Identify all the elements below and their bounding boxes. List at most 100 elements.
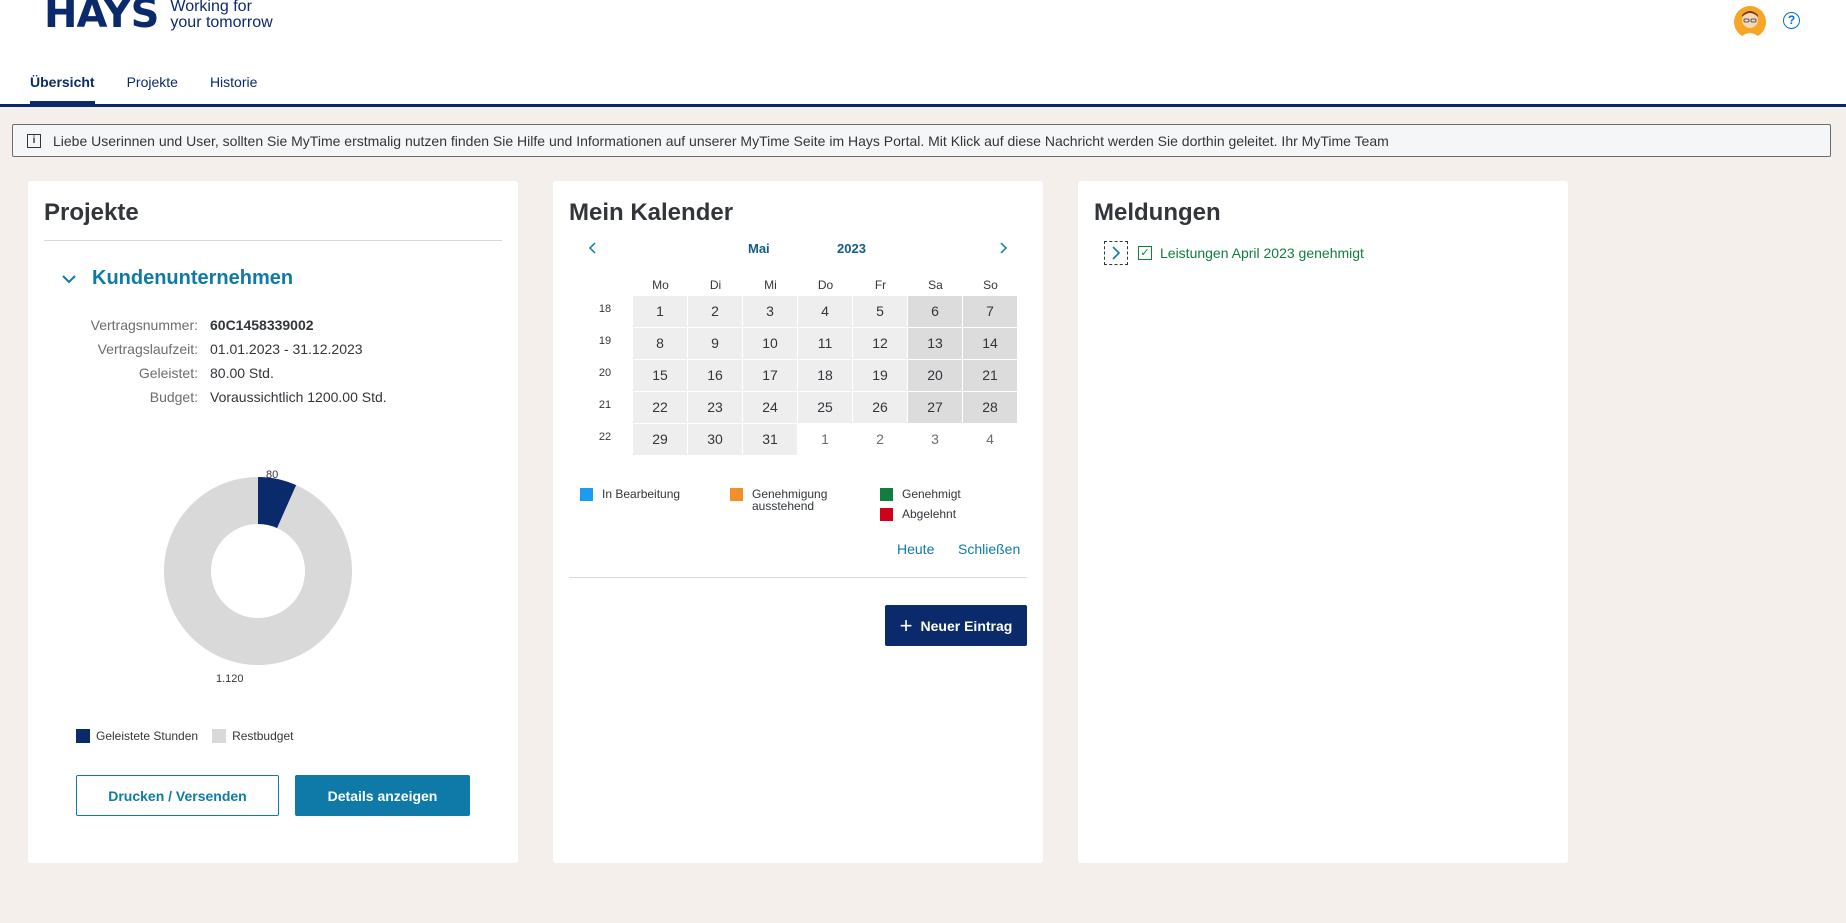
calendar-week-number: 20	[598, 367, 612, 379]
calendar-day-cell[interactable]: 16	[688, 360, 742, 391]
tab-uebersicht[interactable]: Übersicht	[30, 62, 95, 104]
calendar-close-link[interactable]: Schließen	[958, 541, 1020, 557]
calendar-day-cell[interactable]: 11	[798, 328, 852, 359]
new-entry-button[interactable]: + Neuer Eintrag	[885, 605, 1027, 646]
legend-swatch	[212, 729, 227, 743]
kalender-card-title: Mein Kalender	[569, 199, 734, 226]
projekte-divider	[44, 240, 502, 241]
info-message-strip[interactable]: i Liebe Userinnen und User, sollten Sie …	[12, 124, 1831, 157]
calendar-day-name: Mi	[764, 278, 777, 292]
calendar-year-button[interactable]: 2023	[837, 241, 866, 256]
legend-swatch	[880, 508, 893, 521]
info-label: Vertragslaufzeit:	[97, 341, 198, 357]
calendar-day-cell[interactable]: 18	[798, 360, 852, 391]
legend-label: Geleistete Stunden	[96, 729, 199, 743]
donut-value-label-remaining: 1.120	[216, 673, 244, 685]
new-entry-label: Neuer Eintrag	[920, 617, 1013, 634]
calendar-day-cell[interactable]: 19	[853, 360, 907, 391]
show-details-button[interactable]: Details anzeigen	[295, 775, 470, 816]
donut-value-label-worked: 80	[266, 469, 279, 481]
hays-logo[interactable]: HAYS Working for your tomorrow	[44, 0, 273, 34]
expand-notification-button[interactable]	[1104, 241, 1128, 265]
avatar-icon	[1734, 6, 1766, 38]
calendar-day-cell[interactable]: 26	[853, 392, 907, 423]
calendar-month-button[interactable]: Mai	[748, 241, 770, 256]
calendar-day-cell[interactable]: 14	[963, 328, 1017, 359]
chevron-right-icon[interactable]	[995, 239, 1011, 257]
legend-item-pending: Genehmigung ausstehend	[730, 488, 840, 512]
calendar-day-cell[interactable]: 3	[743, 296, 797, 327]
notification-text[interactable]: Leistungen April 2023 genehmigt	[1160, 245, 1364, 261]
legend-swatch	[880, 488, 893, 501]
legend-label: Abgelehnt	[902, 507, 957, 521]
tab-historie[interactable]: Historie	[210, 62, 257, 104]
kundenunternehmen-toggle[interactable]: Kundenunternehmen	[60, 267, 293, 290]
calendar-day-cell[interactable]: 1	[633, 296, 687, 327]
calendar-day-cell[interactable]: 30	[688, 424, 742, 455]
calendar-day-cell[interactable]: 23	[688, 392, 742, 423]
logo-tagline-line-2: your tomorrow	[170, 14, 273, 31]
calendar-day-cell[interactable]: 22	[633, 392, 687, 423]
calendar-day-cell[interactable]: 15	[633, 360, 687, 391]
calendar-day-cell[interactable]: 6	[908, 296, 962, 327]
calendar-day-cell[interactable]: 5	[853, 296, 907, 327]
calendar-day-name: Mo	[652, 278, 669, 292]
chevron-down-icon	[62, 274, 76, 283]
info-value: 80.00 Std.	[210, 365, 274, 381]
calendar-grid: Mo Di Mi Do Fr Sa So 18 1 2 3 4 5 6 7 19 8 9 10 11 12 13 14 20…	[577, 274, 1018, 456]
calendar-day-cell[interactable]: 27	[908, 392, 962, 423]
calendar-divider	[569, 577, 1027, 578]
calendar-day-cell[interactable]: 12	[853, 328, 907, 359]
calendar-week-number: 22	[598, 431, 612, 443]
meldungen-card-title: Meldungen	[1094, 199, 1221, 226]
calendar-day-cell[interactable]: 3	[908, 424, 962, 455]
calendar-day-cell[interactable]: 1	[798, 424, 852, 455]
calendar-week-row: 22 29 30 31 1 2 3 4	[577, 424, 1018, 456]
calendar-day-cell[interactable]: 10	[743, 328, 797, 359]
calendar-day-cell[interactable]: 2	[688, 296, 742, 327]
print-send-button[interactable]: Drucken / Versenden	[76, 775, 279, 816]
calendar-day-cell[interactable]: 8	[633, 328, 687, 359]
main-tabs: Übersicht Projekte Historie	[30, 62, 289, 104]
legend-item-approved: Genehmigt	[880, 488, 961, 501]
info-icon: i	[27, 133, 41, 148]
info-value: Voraussichtlich 1200.00 Std.	[210, 389, 387, 405]
tab-projekte[interactable]: Projekte	[127, 62, 178, 104]
calendar-day-cell[interactable]: 4	[798, 296, 852, 327]
logo-wordmark: HAYS	[44, 0, 159, 37]
chevron-right-icon	[1112, 246, 1121, 260]
calendar-day-cell[interactable]: 2	[853, 424, 907, 455]
calendar-day-cell[interactable]: 17	[743, 360, 797, 391]
app-header: HAYS Working for your tomorrow ? Übersic…	[0, 0, 1846, 107]
chevron-left-icon[interactable]	[585, 239, 601, 257]
calendar-day-name: Fr	[874, 278, 887, 292]
legend-label: In Bearbeitung	[602, 487, 681, 501]
calendar-day-cell[interactable]: 29	[633, 424, 687, 455]
help-icon[interactable]: ?	[1783, 12, 1800, 29]
user-avatar[interactable]	[1734, 6, 1766, 38]
legend-item-in-progress: In Bearbeitung	[580, 488, 680, 501]
logo-tagline: Working for your tomorrow	[170, 0, 272, 31]
legend-swatch	[580, 488, 593, 501]
calendar-week-row: 20 15 16 17 18 19 20 21	[577, 360, 1018, 392]
calendar-day-cell[interactable]: 21	[963, 360, 1017, 391]
calendar-today-link[interactable]: Heute	[897, 541, 934, 557]
legend-item-rejected: Abgelehnt	[880, 508, 956, 521]
calendar-day-name: Di	[709, 278, 722, 292]
donut-slice-remaining[interactable]	[164, 477, 352, 665]
calendar-day-cell[interactable]: 9	[688, 328, 742, 359]
legend-label: Genehmigung ausstehend	[752, 487, 828, 513]
legend-item-worked: Geleistete Stunden	[76, 729, 198, 743]
calendar-day-cell[interactable]: 31	[743, 424, 797, 455]
calendar-day-cell[interactable]: 7	[963, 296, 1017, 327]
calendar-day-cell[interactable]: 13	[908, 328, 962, 359]
projekte-card-title: Projekte	[44, 199, 139, 226]
logo-tagline-line-1: Working for	[170, 0, 252, 15]
hours-donut-chart	[164, 477, 352, 665]
calendar-day-name: So	[983, 278, 998, 292]
calendar-day-cell[interactable]: 25	[798, 392, 852, 423]
calendar-day-cell[interactable]: 28	[963, 392, 1017, 423]
calendar-day-cell[interactable]: 24	[743, 392, 797, 423]
calendar-day-cell[interactable]: 20	[908, 360, 962, 391]
calendar-day-cell[interactable]: 4	[963, 424, 1017, 455]
